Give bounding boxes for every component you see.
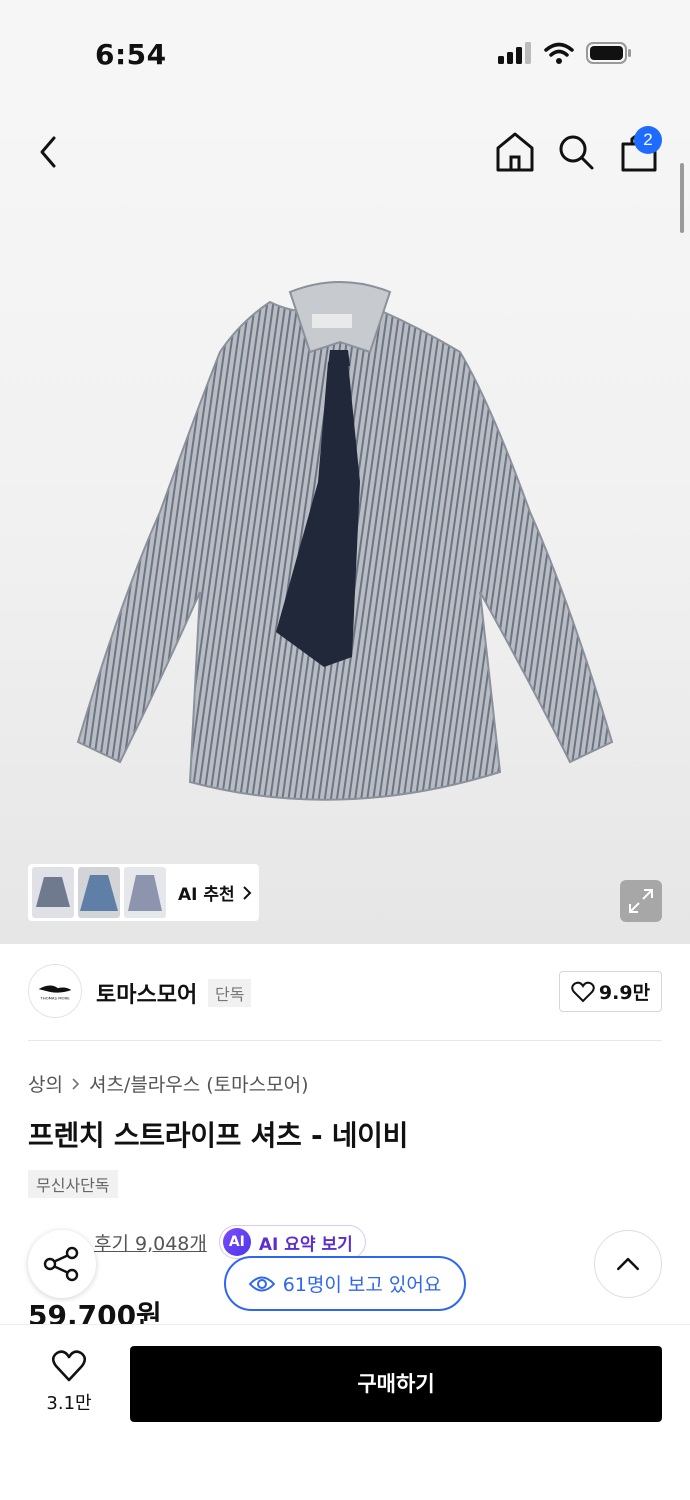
bottom-action-bar: 3.1만 구매하기 [0, 1324, 690, 1500]
brand-like-button[interactable]: 9.9만 [559, 971, 662, 1012]
cart-count-badge: 2 [634, 126, 662, 154]
shirt-label [312, 314, 352, 328]
brand-row[interactable]: THOMAS MORE 토마스모어 단독 9.9만 [28, 964, 662, 1020]
brand-name[interactable]: 토마스모어 [96, 977, 197, 1009]
product-title: 프렌치 스트라이프 셔츠 - 네이비 [28, 1119, 409, 1152]
exclusive-badge: 단독 [208, 979, 252, 1007]
search-icon[interactable] [556, 132, 596, 172]
buy-button[interactable]: 구매하기 [130, 1346, 662, 1422]
ai-recommend-link[interactable]: AI 추천 [178, 880, 253, 905]
scrollbar[interactable] [680, 163, 684, 233]
divider [28, 1040, 662, 1041]
share-icon[interactable] [28, 1230, 96, 1298]
chevron-right-icon [72, 1077, 80, 1090]
back-icon[interactable] [30, 132, 66, 172]
ai-summary-button[interactable]: AI AI 요약 보기 [218, 1225, 366, 1259]
recommend-thumbnail[interactable] [32, 867, 74, 918]
signal-icon [498, 42, 531, 64]
recommend-thumbnail[interactable] [124, 867, 166, 918]
breadcrumb-subcategory[interactable]: 셔츠/블라우스 (토마스모어) [89, 1070, 309, 1097]
wifi-icon [544, 42, 574, 64]
eye-icon [248, 1276, 275, 1291]
product-tag: 무신사단독 [28, 1170, 118, 1198]
heart-icon [51, 1350, 87, 1382]
status-bar: 6:54 [0, 0, 690, 110]
heart-icon [571, 981, 595, 1002]
status-time: 6:54 [95, 38, 167, 71]
ai-badge-icon: AI [222, 1228, 251, 1256]
scroll-top-icon[interactable] [594, 1230, 662, 1298]
breadcrumb: 상의 셔츠/블라우스 (토마스모어) [28, 1070, 309, 1097]
wishlist-button[interactable]: 3.1만 [40, 1349, 98, 1415]
ai-summary-label: AI 요약 보기 [258, 1234, 353, 1255]
wishlist-count: 3.1만 [46, 1393, 92, 1414]
viewers-text: 61명이 보고 있어요 [282, 1274, 442, 1296]
ai-recommend-label: AI 추천 [178, 885, 235, 905]
svg-text:THOMAS MORE: THOMAS MORE [39, 996, 70, 1001]
home-icon[interactable] [494, 130, 536, 174]
brand-like-count: 9.9만 [598, 982, 651, 1004]
product-image-shirt[interactable] [60, 262, 630, 822]
top-nav [0, 110, 690, 194]
expand-icon[interactable] [620, 880, 662, 922]
viewers-pill: 61명이 보고 있어요 [224, 1256, 466, 1311]
battery-icon [586, 42, 631, 64]
reviews-link[interactable]: 후기 9,048개 [94, 1229, 207, 1256]
brand-logo[interactable]: THOMAS MORE [28, 964, 82, 1018]
chevron-right-icon [242, 885, 252, 900]
ai-recommend-strip[interactable]: AI 추천 [28, 864, 259, 921]
recommend-thumbnail[interactable] [78, 867, 120, 918]
breadcrumb-category[interactable]: 상의 [28, 1070, 63, 1097]
status-icons [498, 42, 632, 64]
